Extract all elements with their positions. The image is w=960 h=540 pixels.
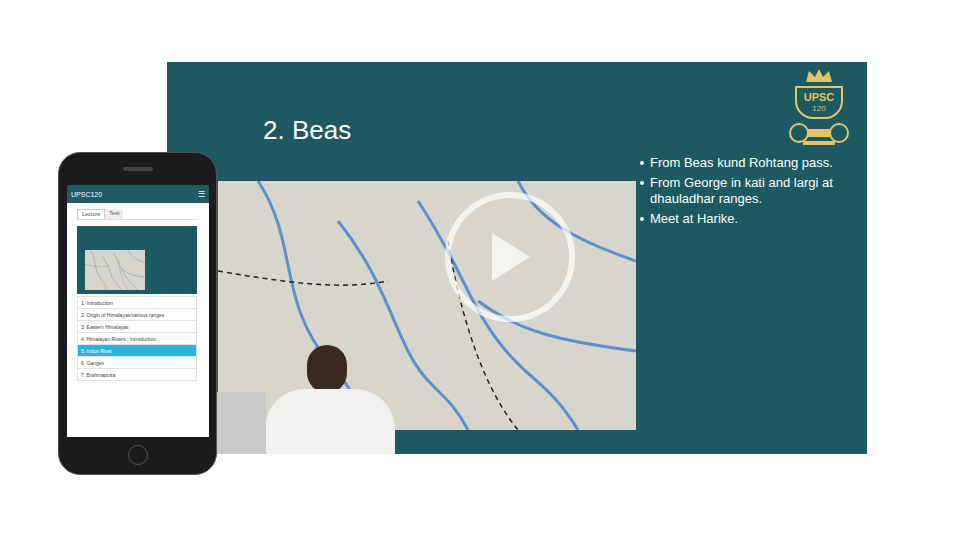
- tab-bar: LectureTest: [77, 209, 199, 220]
- rivers-icon: [218, 181, 636, 430]
- slide-bullet: Meet at Harike.: [640, 211, 855, 227]
- lesson-item[interactable]: 7. Brahmaputra: [77, 369, 197, 381]
- rivers-icon: [85, 250, 145, 290]
- lesson-item[interactable]: 5. Indus River: [77, 345, 197, 357]
- lesson-item[interactable]: 6. Ganges: [77, 357, 197, 369]
- phone-speaker: [123, 167, 153, 171]
- lesson-item[interactable]: 4. Himalayan Rivers : Introduction: [77, 333, 197, 345]
- phone-screen: UPSC120 ☰ LectureTest 1. Introduction2. Ori…: [67, 185, 209, 437]
- play-icon: [486, 229, 534, 285]
- phone: UPSC120 ☰ LectureTest 1. Introduction2. Ori…: [58, 152, 217, 475]
- app-title: UPSC120: [71, 190, 102, 199]
- lesson-item[interactable]: 1. Introduction: [77, 297, 197, 309]
- crown-icon: [804, 68, 834, 84]
- lesson-list: 1. Introduction2. Origin of Himalayas/va…: [77, 296, 197, 381]
- map-image: [85, 250, 145, 290]
- logo-bottom-text: 120: [812, 104, 825, 114]
- page: 2. Beas UPSC120 From Beas kund Rohtang pas…: [0, 0, 960, 540]
- slide-title: 2. Beas: [218, 62, 636, 146]
- lesson-item[interactable]: 3. Eastern Himalayas: [77, 321, 197, 333]
- play-button[interactable]: [445, 192, 575, 322]
- lecture-thumbnail[interactable]: [77, 226, 197, 294]
- lesson-item[interactable]: 2. Origin of Himalayas/various ranges: [77, 309, 197, 321]
- slide-bullet: From George in kati and largi at dhaulad…: [640, 175, 855, 207]
- menu-button[interactable]: ☰: [198, 190, 205, 199]
- logo: UPSC120: [781, 62, 857, 147]
- map-image: [218, 181, 636, 430]
- app-header: UPSC120 ☰: [67, 185, 209, 203]
- home-button[interactable]: [128, 445, 148, 465]
- slide-bullets: From Beas kund Rohtang pass. From George …: [640, 155, 863, 227]
- logo-base-icon: [789, 121, 849, 147]
- presenter-image: [265, 345, 395, 454]
- tab[interactable]: Lecture: [77, 209, 105, 219]
- logo-top-text: UPSC: [804, 91, 835, 104]
- video-player[interactable]: 2. Beas UPSC120 From Beas kund Rohtang pas…: [167, 62, 867, 454]
- tab[interactable]: Test: [105, 209, 123, 219]
- slide-bullet: From Beas kund Rohtang pass.: [640, 155, 855, 171]
